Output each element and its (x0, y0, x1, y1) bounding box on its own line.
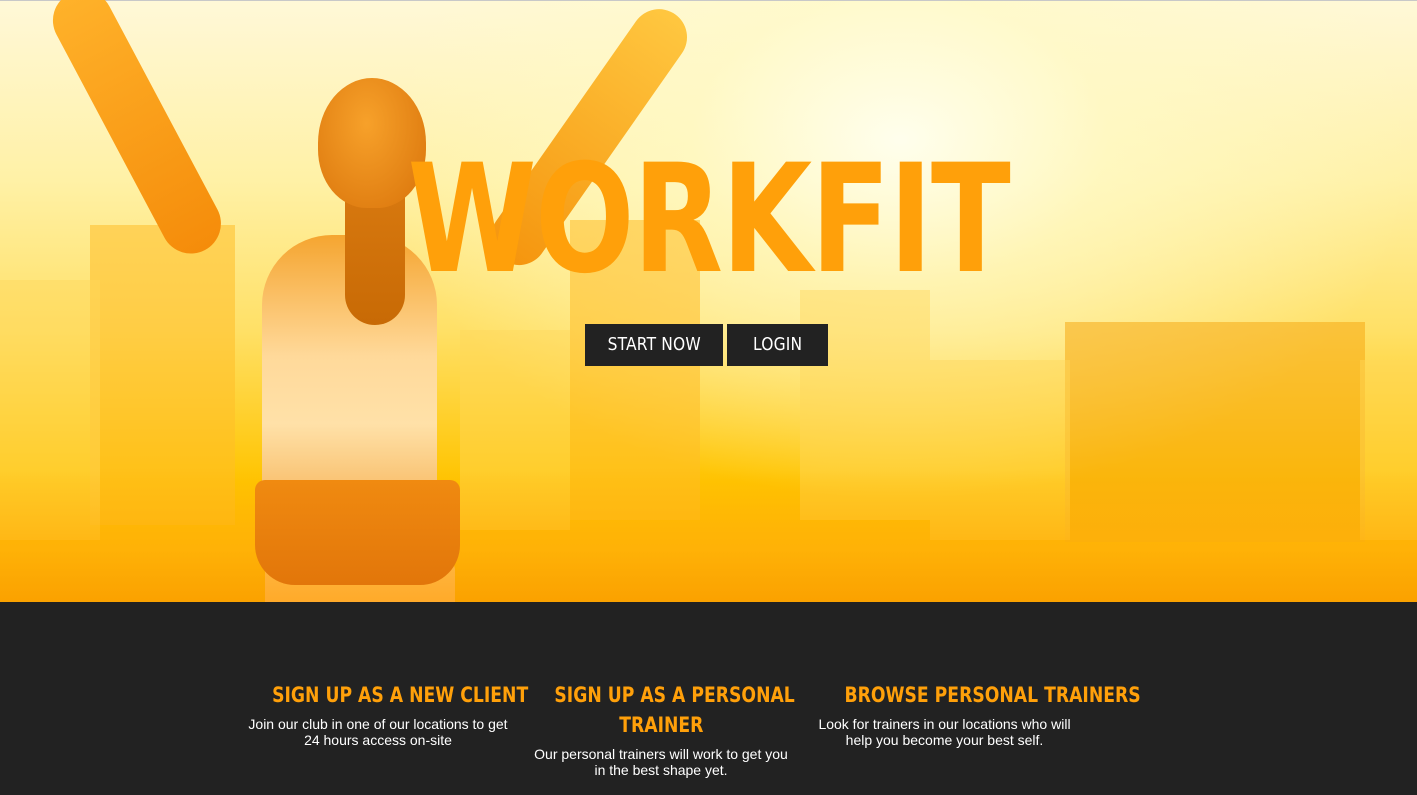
login-button[interactable]: LOGIN (727, 324, 828, 366)
site-title: WORKFIT (407, 133, 1011, 307)
feature-description: Our personal trainers will work to get y… (534, 746, 788, 778)
feature-description: Join our club in one of our locations to… (248, 716, 508, 748)
feature-description: Look for trainers in our locations who w… (818, 716, 1071, 748)
feature-browse-trainers: BROWSE PERSONAL TRAINERS Look for traine… (812, 680, 1141, 748)
feature-heading[interactable]: BROWSE PERSONAL TRAINERS (812, 680, 1141, 710)
hero-ground-haze (0, 470, 1417, 602)
login-label: LOGIN (752, 334, 803, 355)
hero-figure-shorts (255, 480, 460, 585)
top-border (0, 0, 1417, 1)
features-section: SIGN UP AS A NEW CLIENT Join our club in… (0, 602, 1417, 795)
feature-heading[interactable]: SIGN UP AS A PERSONAL TRAINER (528, 680, 794, 740)
hero-section: WORKFIT START NOW LOGIN (0, 0, 1417, 602)
hero-buttons: START NOW LOGIN (585, 324, 828, 366)
start-now-label: START NOW (607, 334, 701, 355)
feature-heading[interactable]: SIGN UP AS A NEW CLIENT (244, 680, 528, 710)
start-now-button[interactable]: START NOW (585, 324, 723, 366)
feature-new-client: SIGN UP AS A NEW CLIENT Join our club in… (244, 680, 528, 748)
feature-personal-trainer: SIGN UP AS A PERSONAL TRAINER Our persona… (528, 680, 795, 778)
